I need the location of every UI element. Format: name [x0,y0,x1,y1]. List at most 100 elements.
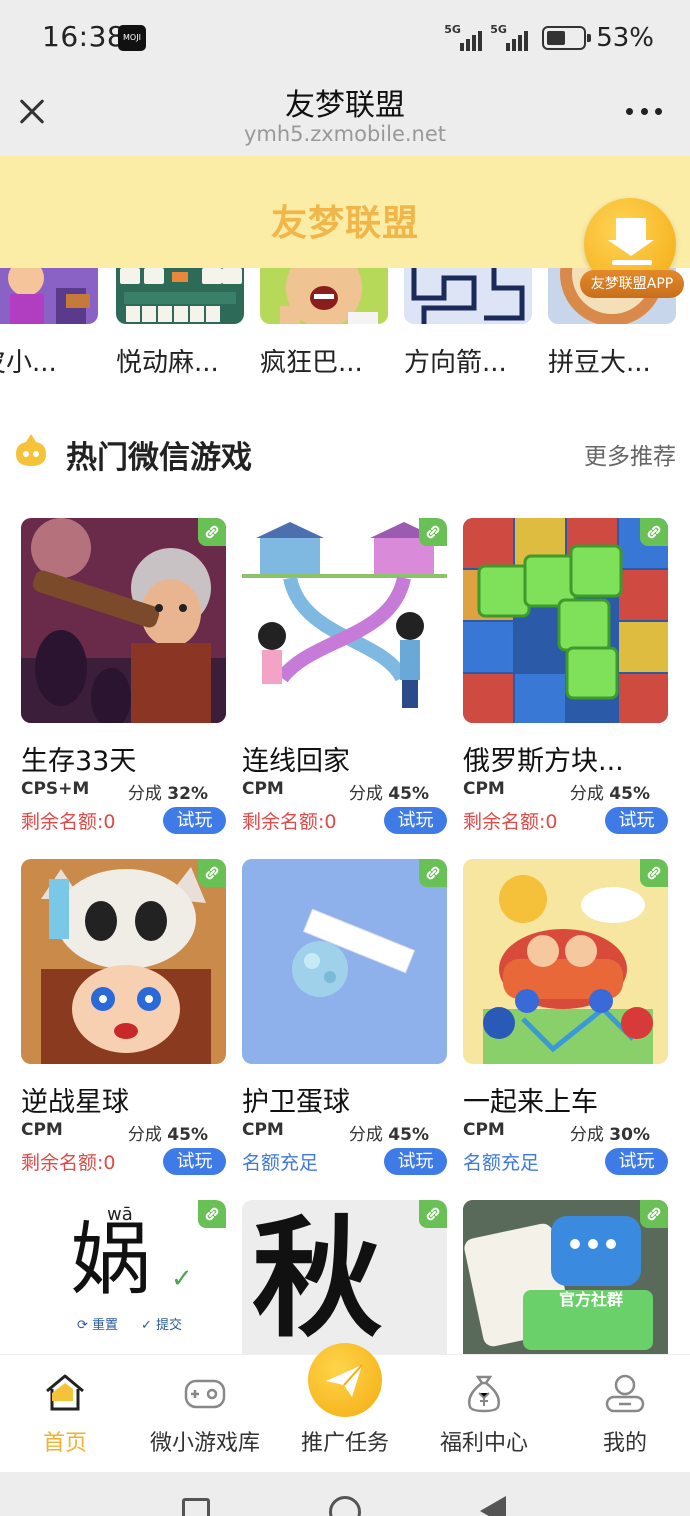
game-model: CPM [463,1120,505,1140]
nav-item-welfare[interactable]: 福利中心 [415,1355,553,1473]
game-thumbnail [463,518,668,723]
link-icon [198,859,226,887]
gamepad-icon [183,1371,227,1415]
game-share: 分成 30% [569,1125,650,1145]
nav-label: 我的 [602,1431,647,1456]
recent-apps-icon[interactable] [182,1498,210,1516]
app-notification-icon: MOJI [118,25,146,51]
try-play-button[interactable]: 试玩 [163,1148,226,1175]
link-icon [198,1200,226,1228]
recent-game-thumbnail [404,268,532,324]
game-card[interactable]: 生存33天 CPS+M 分成 32% 剩余名额:0 试玩 [21,518,226,837]
nav-item-game-library[interactable]: 微小游戏库 [136,1355,274,1473]
try-play-button[interactable]: 试玩 [384,1148,447,1175]
game-card[interactable]: 官方社群 [463,1200,668,1354]
game-grid: 生存33天 CPS+M 分成 32% 剩余名额:0 试玩 连线回家 CPM 分成… [0,518,690,1354]
thumb-character: 娲 [71,1213,151,1306]
thumb-character: 秋 [252,1202,383,1354]
signal-icon: 5G [444,23,484,53]
link-icon [198,518,226,546]
game-model: CPM [242,1120,284,1140]
game-card[interactable]: 秋 [242,1200,447,1354]
home-icon [43,1371,87,1415]
download-app-button[interactable]: 友梦联盟APP [580,196,684,324]
link-icon [419,518,447,546]
game-thumbnail [21,518,226,723]
nav-label: 首页 [42,1431,87,1456]
game-thumbnail [21,859,226,1064]
game-share: 分成 32% [127,784,208,804]
try-play-button[interactable]: 试玩 [605,1148,668,1175]
signal-2-label: 5G [490,23,507,36]
game-share: 分成 45% [569,784,650,804]
nav-label: 推广任务 [300,1431,389,1456]
more-recommend-link[interactable]: 更多推荐 [584,437,676,471]
recent-game-thumbnail [116,268,244,324]
link-icon [419,1200,447,1228]
game-quota: 名额充足 [242,1152,319,1174]
game-card[interactable]: 俄罗斯方块... CPM 分成 45% 剩余名额:0 试玩 [463,518,668,837]
game-model: CPM [463,779,505,799]
home-system-icon[interactable] [329,1496,361,1516]
game-model: CPS+M [21,779,90,799]
recent-game-name: 皮小... [0,348,57,378]
game-card[interactable]: 护卫蛋球 CPM 分成 45% 名额充足 试玩 [242,859,447,1178]
recent-game-thumbnail [260,268,388,324]
download-app-label: 友梦联盟APP [580,270,684,298]
recent-game-name: 拼豆大... [548,348,651,378]
thumb-reset: ⟳ 重置 [77,1318,119,1333]
battery-icon [542,26,592,50]
game-share: 分成 45% [348,784,429,804]
money-bag-icon [462,1371,506,1415]
game-quota: 剩余名额:0 [21,811,116,833]
game-quota: 名额充足 [463,1152,540,1174]
recent-game-name: 疯狂巴... [260,348,363,378]
game-share: 分成 45% [127,1125,208,1145]
page-url: ymh5.zxmobile.net [243,122,447,146]
nav-label: 微小游戏库 [149,1431,260,1456]
nav-item-home[interactable]: 首页 [0,1355,134,1473]
thumb-community-label: 官方社群 [559,1290,624,1309]
nav-item-promotion[interactable]: 推广任务 [276,1343,414,1473]
status-bar: 16:38 MOJI 5G 5G 53% [0,0,690,74]
paper-plane-icon [308,1343,382,1417]
game-controller-icon [14,432,48,468]
link-icon [640,518,668,546]
more-options-icon[interactable] [626,108,662,118]
game-thumbnail [242,518,447,723]
game-name: 连线回家 [242,746,350,775]
game-model: CPM [242,779,284,799]
nav-label: 福利中心 [439,1431,528,1456]
page-title: 友梦联盟 [285,88,405,123]
game-name: 生存33天 [21,746,137,775]
link-icon [640,859,668,887]
thumb-submit: ✓ 提交 [141,1318,183,1333]
back-icon[interactable] [480,1496,506,1516]
bottom-nav: 首页 微小游戏库 推广任务 福利中心 我的 [0,1343,690,1473]
game-card[interactable]: 逆战星球 CPM 分成 45% 剩余名额:0 试玩 [21,859,226,1178]
game-card[interactable]: wā 娲 ✓ ⟳ 重置 ✓ 提交 [21,1200,226,1354]
nav-item-profile[interactable]: 我的 [556,1355,690,1473]
link-icon [419,859,447,887]
section-title: 热门微信游戏 [66,440,252,476]
title-bar: 友梦联盟 ymh5.zxmobile.net [0,74,690,156]
recent-game-item[interactable]: 疯狂巴... [260,268,388,379]
game-name: 护卫蛋球 [242,1087,350,1116]
game-card[interactable]: 一起来上车 CPM 分成 30% 名额充足 试玩 [463,859,668,1178]
signal-1-label: 5G [444,23,461,36]
try-play-button[interactable]: 试玩 [163,807,226,834]
check-icon: ✓ [171,1264,193,1294]
recent-game-item[interactable]: 方向箭... [404,268,532,379]
recent-game-item[interactable]: 悦动麻... [116,268,244,379]
status-right: 5G 5G 53% [444,22,654,54]
battery-percent: 53% [596,23,654,53]
try-play-button[interactable]: 试玩 [384,807,447,834]
game-model: CPM [21,1120,63,1140]
game-thumbnail [242,859,447,1064]
recent-game-name: 方向箭... [404,348,507,378]
recent-game-item[interactable]: 皮小... [0,268,98,379]
recent-game-thumbnail [0,268,98,324]
game-card[interactable]: 连线回家 CPM 分成 45% 剩余名额:0 试玩 [242,518,447,837]
game-name: 逆战星球 [21,1087,129,1116]
try-play-button[interactable]: 试玩 [605,807,668,834]
